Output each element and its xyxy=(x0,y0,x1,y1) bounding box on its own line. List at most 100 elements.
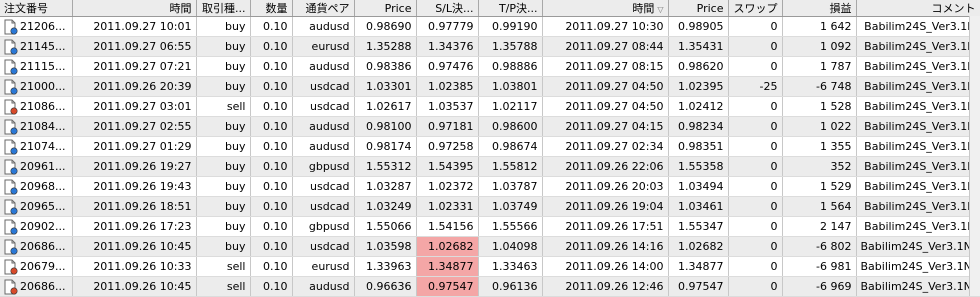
buy-order-icon xyxy=(4,119,18,135)
profit-cell: 1 787 xyxy=(782,56,857,77)
table-row[interactable]: 20965... 2011.09.26 18:51 buy 0.10 usdcad 1.0… xyxy=(0,196,980,217)
open-time-cell: 2011.09.26 17:23 xyxy=(72,216,197,237)
buy-order-icon xyxy=(4,39,18,55)
table-row[interactable]: 20968... 2011.09.26 19:43 buy 0.10 usdcad 1.0… xyxy=(0,176,980,197)
order-cell: 20965... xyxy=(0,196,73,217)
close-price-cell: 1.35431 xyxy=(668,36,729,57)
sl-cell: 0.97258 xyxy=(416,136,479,157)
sell-order-icon xyxy=(4,279,18,295)
order-cell: 20961... xyxy=(0,156,73,177)
table-row[interactable]: 20902... 2011.09.26 17:23 buy 0.10 gbpusd 1.5… xyxy=(0,216,980,237)
table-row[interactable]: 21074... 2011.09.27 01:29 buy 0.10 audusd 0.9… xyxy=(0,136,980,157)
comment-cell: Babilim24S_Ver3.1N xyxy=(856,136,980,157)
tp-cell: 0.96136 xyxy=(478,276,543,297)
table-row[interactable]: 20686... 2011.09.26 10:45 buy 0.10 usdcad 1.0… xyxy=(0,236,980,257)
col-header-sl[interactable]: S/L決... xyxy=(416,0,479,17)
profit-cell: -6 748 xyxy=(782,76,857,97)
buy-order-icon xyxy=(4,59,18,75)
symbol-cell: audusd xyxy=(292,16,355,37)
header-row: 注文番号 時間 取引種... 数量 通貨ペア Price S/L決... T/P… xyxy=(0,0,980,17)
close-time-cell: 2011.09.27 02:34 xyxy=(542,136,669,157)
swap-cell: 0 xyxy=(728,16,783,37)
profit-cell: -6 981 xyxy=(782,256,857,277)
order-cell: 21206... xyxy=(0,16,73,37)
swap-cell: 0 xyxy=(728,116,783,137)
col-header-price[interactable]: Price xyxy=(354,0,417,17)
table-row[interactable]: 21000... 2011.09.26 20:39 buy 0.10 usdcad 1.0… xyxy=(0,76,980,97)
comment-cell: Babilim24S_Ver3.1N[sl] xyxy=(856,256,980,277)
open-time-cell: 2011.09.26 10:33 xyxy=(72,256,197,277)
sell-order-icon xyxy=(4,259,18,275)
swap-cell: 0 xyxy=(728,36,783,57)
close-price-cell: 1.55347 xyxy=(668,216,729,237)
swap-cell: 0 xyxy=(728,56,783,77)
order-number: 21115... xyxy=(20,59,66,73)
col-header-symbol[interactable]: 通貨ペア xyxy=(292,0,355,17)
table-row[interactable]: 21084... 2011.09.27 02:55 buy 0.10 audusd 0.9… xyxy=(0,116,980,137)
col-header-order[interactable]: 注文番号 xyxy=(0,0,73,17)
table-row[interactable]: 21115... 2011.09.27 07:21 buy 0.10 audusd 0.9… xyxy=(0,56,980,77)
sl-cell: 1.03537 xyxy=(416,96,479,117)
tp-cell: 1.55812 xyxy=(478,156,543,177)
col-header-open-time[interactable]: 時間 xyxy=(72,0,197,17)
swap-cell: 0 xyxy=(728,236,783,257)
price-cell: 0.98386 xyxy=(354,56,417,77)
buy-order-icon xyxy=(4,139,18,155)
close-time-cell: 2011.09.26 17:51 xyxy=(542,216,669,237)
order-cell: 20679... xyxy=(0,256,73,277)
table-row[interactable]: 20686... 2011.09.26 10:45 sell 0.10 audusd 0.… xyxy=(0,276,980,297)
symbol-cell: usdcad xyxy=(292,236,355,257)
price-cell: 1.33963 xyxy=(354,256,417,277)
size-cell: 0.10 xyxy=(250,156,293,177)
size-cell: 0.10 xyxy=(250,276,293,297)
symbol-cell: eurusd xyxy=(292,36,355,57)
size-cell: 0.10 xyxy=(250,96,293,117)
col-header-type[interactable]: 取引種... xyxy=(196,0,251,17)
col-header-comment[interactable]: コメント xyxy=(856,0,980,17)
col-header-swap[interactable]: スワップ xyxy=(728,0,783,17)
close-time-cell: 2011.09.27 08:44 xyxy=(542,36,669,57)
sl-cell: 0.97779 xyxy=(416,16,479,37)
type-cell: buy xyxy=(196,176,251,197)
col-header-close-time[interactable]: 時間 ▽ xyxy=(542,0,669,17)
order-cell: 20968... xyxy=(0,176,73,197)
symbol-cell: audusd xyxy=(292,116,355,137)
tp-cell: 1.03749 xyxy=(478,196,543,217)
size-cell: 0.10 xyxy=(250,196,293,217)
profit-cell: -6 969 xyxy=(782,276,857,297)
buy-order-icon xyxy=(4,219,18,235)
table-row[interactable]: 21145... 2011.09.27 06:55 buy 0.10 eurusd 1.3… xyxy=(0,36,980,57)
open-time-cell: 2011.09.27 01:29 xyxy=(72,136,197,157)
col-header-size[interactable]: 数量 xyxy=(250,0,293,17)
table-row[interactable]: 21086... 2011.09.27 03:01 sell 0.10 usdcad 1.… xyxy=(0,96,980,117)
price-cell: 1.55066 xyxy=(354,216,417,237)
type-cell: buy xyxy=(196,116,251,137)
table-row[interactable]: 20961... 2011.09.26 19:27 buy 0.10 gbpusd 1.5… xyxy=(0,156,980,177)
order-number: 21145... xyxy=(20,39,66,53)
col-header-close-price[interactable]: Price xyxy=(668,0,729,17)
size-cell: 0.10 xyxy=(250,56,293,77)
size-cell: 0.10 xyxy=(250,256,293,277)
col-header-tp[interactable]: T/P決... xyxy=(478,0,543,17)
order-number: 20965... xyxy=(20,199,66,213)
profit-cell: 1 022 xyxy=(782,116,857,137)
tp-cell: 0.99190 xyxy=(478,16,543,37)
col-header-profit[interactable]: 損益 xyxy=(782,0,857,17)
table-row[interactable]: 21206... 2011.09.27 10:01 buy 0.10 audusd 0.9… xyxy=(0,16,980,37)
type-cell: buy xyxy=(196,156,251,177)
comment-cell: Babilim24S_Ver3.1N xyxy=(856,56,980,77)
symbol-cell: usdcad xyxy=(292,96,355,117)
swap-cell: 0 xyxy=(728,276,783,297)
open-time-cell: 2011.09.27 07:21 xyxy=(72,56,197,77)
buy-order-icon xyxy=(4,239,18,255)
swap-cell: 0 xyxy=(728,136,783,157)
sl-cell: 1.34877 xyxy=(416,256,479,277)
comment-cell: Babilim24S_Ver3.1N xyxy=(856,16,980,37)
symbol-cell: eurusd xyxy=(292,256,355,277)
vertical-scrollbar[interactable] xyxy=(969,16,980,296)
table-row[interactable]: 20679... 2011.09.26 10:33 sell 0.10 eurusd 1.… xyxy=(0,256,980,277)
size-cell: 0.10 xyxy=(250,136,293,157)
tp-cell: 1.33463 xyxy=(478,256,543,277)
type-cell: buy xyxy=(196,216,251,237)
price-cell: 1.02617 xyxy=(354,96,417,117)
